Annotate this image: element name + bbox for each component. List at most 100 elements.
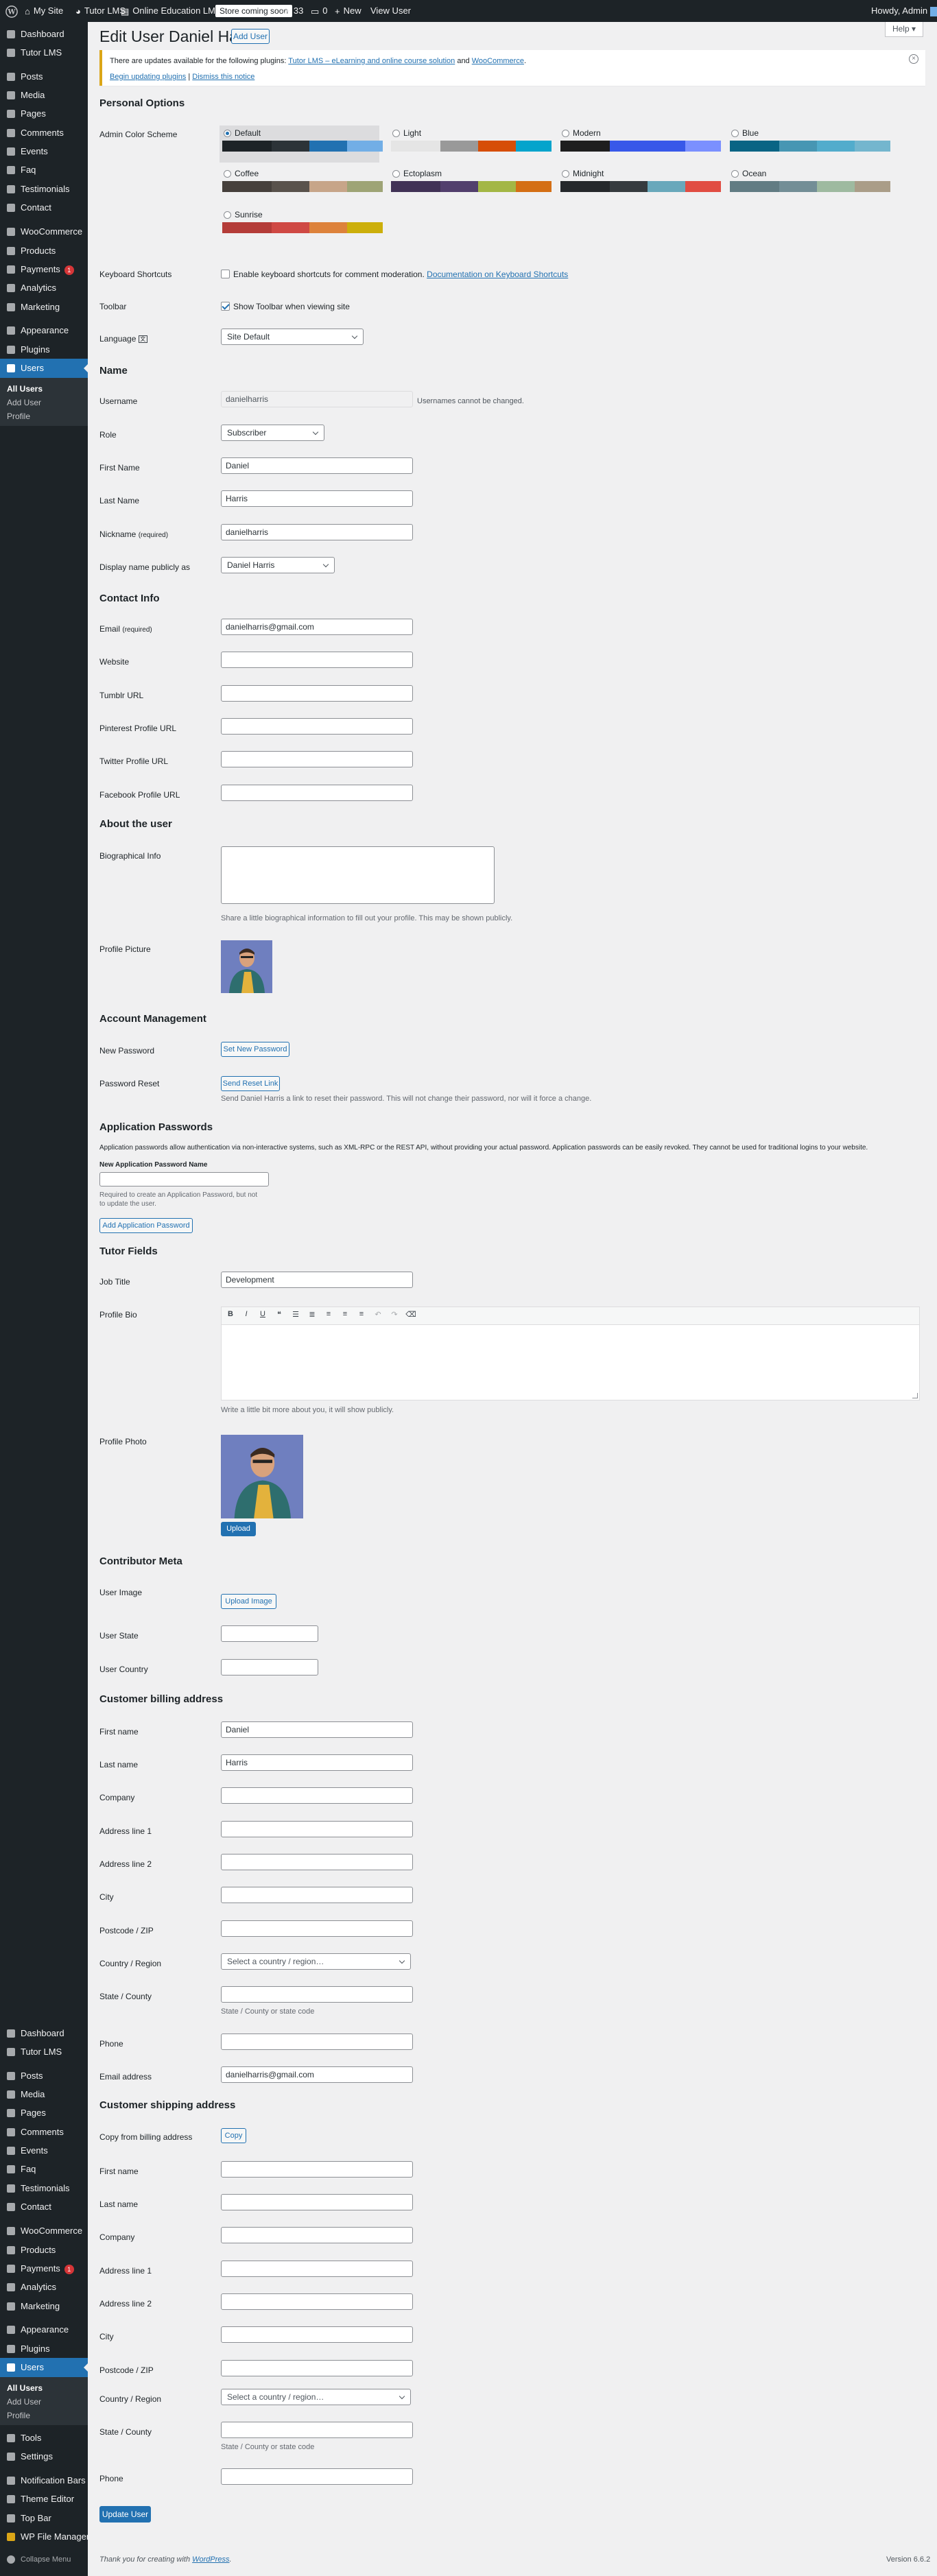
- menu-item-appearance[interactable]: Appearance: [0, 321, 88, 340]
- menu-item-woocommerce[interactable]: WooCommerce: [0, 222, 88, 241]
- billing-address-1-field[interactable]: [221, 1821, 413, 1837]
- admin-bar-updates[interactable]: ⟳ 33: [283, 0, 303, 22]
- menu-item-settings[interactable]: Settings: [0, 2447, 88, 2466]
- help-tab[interactable]: Help ▾: [885, 22, 923, 37]
- email-field[interactable]: danielharris@gmail.com: [221, 619, 413, 635]
- menu-item-appearance[interactable]: Appearance: [0, 2320, 88, 2339]
- color-scheme-option[interactable]: Coffee: [220, 166, 383, 203]
- shipping-address-1-field[interactable]: [221, 2261, 413, 2277]
- align-right-icon[interactable]: ≡: [355, 1310, 368, 1318]
- radio-button[interactable]: [562, 170, 569, 178]
- color-scheme-option[interactable]: Default: [220, 126, 383, 163]
- color-scheme-option[interactable]: Modern: [558, 126, 721, 163]
- billing-postcode-field[interactable]: [221, 1920, 413, 1937]
- radio-button[interactable]: [731, 130, 739, 137]
- radio-button[interactable]: [731, 170, 739, 178]
- billing-first-name-field[interactable]: Daniel: [221, 1721, 413, 1738]
- menu-item-woocommerce[interactable]: WooCommerce: [0, 2221, 88, 2241]
- submenu-all-users[interactable]: All Users: [7, 2381, 43, 2395]
- menu-item-theme-editor[interactable]: Theme Editor: [0, 2490, 88, 2509]
- website-field[interactable]: [221, 652, 413, 668]
- billing-state-field[interactable]: [221, 1986, 413, 2003]
- color-scheme-option[interactable]: Light: [388, 126, 551, 163]
- menu-item-analytics[interactable]: Analytics: [0, 2278, 88, 2297]
- menu-item-events[interactable]: Events: [0, 142, 88, 161]
- menu-item-notification-bars[interactable]: Notification Bars: [0, 2471, 88, 2490]
- submenu-all-users[interactable]: All Users: [7, 382, 43, 396]
- copy-billing-button[interactable]: Copy: [221, 2128, 246, 2143]
- coming-soon-badge[interactable]: Store coming soon: [215, 0, 293, 22]
- keyboard-shortcuts-checkbox[interactable]: [221, 270, 230, 278]
- menu-item-media[interactable]: Media: [0, 2085, 88, 2104]
- pinterest-field[interactable]: [221, 718, 413, 735]
- menu-item-comments[interactable]: Comments: [0, 123, 88, 143]
- menu-item-posts[interactable]: Posts: [0, 2066, 88, 2086]
- resize-handle[interactable]: [912, 1393, 918, 1398]
- shipping-postcode-field[interactable]: [221, 2360, 413, 2376]
- underline-icon[interactable]: U: [257, 1310, 269, 1318]
- user-country-field[interactable]: [221, 1659, 318, 1675]
- bio-textarea[interactable]: [221, 846, 495, 904]
- align-left-icon[interactable]: ≡: [322, 1310, 335, 1318]
- menu-item-marketing[interactable]: Marketing: [0, 298, 88, 317]
- menu-item-marketing[interactable]: Marketing: [0, 2297, 88, 2316]
- last-name-field[interactable]: Harris: [221, 490, 413, 507]
- dismiss-notice-link[interactable]: Dismiss this notice: [192, 73, 254, 81]
- user-state-field[interactable]: [221, 1625, 318, 1642]
- billing-country-select[interactable]: Select a country / region…: [221, 1953, 411, 1970]
- italic-icon[interactable]: I: [240, 1310, 252, 1318]
- menu-item-payments[interactable]: Payments 1: [0, 260, 88, 279]
- submenu-profile[interactable]: Profile: [7, 409, 30, 423]
- menu-item-posts[interactable]: Posts: [0, 67, 88, 86]
- menu-item-products[interactable]: Products: [0, 241, 88, 261]
- billing-last-name-field[interactable]: Harris: [221, 1754, 413, 1771]
- shipping-first-name-field[interactable]: [221, 2161, 413, 2178]
- facebook-field[interactable]: [221, 785, 413, 801]
- align-center-icon[interactable]: ≡: [339, 1310, 351, 1318]
- menu-item-events[interactable]: Events: [0, 2141, 88, 2160]
- menu-item-users[interactable]: Users: [0, 359, 88, 378]
- twitter-field[interactable]: [221, 751, 413, 767]
- shipping-phone-field[interactable]: [221, 2468, 413, 2485]
- redo-icon[interactable]: ↷: [388, 1310, 401, 1319]
- set-new-password-button[interactable]: Set New Password: [221, 1042, 289, 1057]
- menu-item-dashboard[interactable]: Dashboard: [0, 2024, 88, 2043]
- menu-item-plugins[interactable]: Plugins: [0, 340, 88, 359]
- submenu-add-user[interactable]: Add User: [7, 396, 41, 409]
- menu-item-contact[interactable]: Contact: [0, 2197, 88, 2217]
- shipping-city-field[interactable]: [221, 2326, 413, 2343]
- menu-item-dashboard[interactable]: Dashboard: [0, 25, 88, 44]
- billing-email-field[interactable]: danielharris@gmail.com: [221, 2066, 413, 2083]
- admin-bar-howdy[interactable]: Howdy, Admin: [871, 0, 937, 22]
- menu-item-wp-file-manager[interactable]: WP File Manager: [0, 2527, 89, 2547]
- shipping-state-field[interactable]: [221, 2422, 413, 2438]
- add-user-button[interactable]: Add User: [231, 29, 270, 44]
- job-title-field[interactable]: Development: [221, 1272, 413, 1288]
- toolbar-checkbox[interactable]: [221, 302, 230, 311]
- color-scheme-option[interactable]: Sunrise: [220, 207, 383, 244]
- tumblr-field[interactable]: [221, 685, 413, 702]
- menu-item-analytics[interactable]: Analytics: [0, 278, 88, 298]
- bold-icon[interactable]: B: [224, 1310, 237, 1318]
- admin-bar-comments[interactable]: ▭ 0: [311, 0, 328, 22]
- admin-bar-view-user[interactable]: View User: [370, 0, 411, 22]
- app-password-name-field[interactable]: [99, 1172, 269, 1186]
- clear-format-icon[interactable]: ⌫: [405, 1310, 417, 1319]
- menu-item-contact[interactable]: Contact: [0, 198, 88, 217]
- shipping-country-select[interactable]: Select a country / region…: [221, 2389, 411, 2405]
- menu-item-tools[interactable]: Tools: [0, 2429, 88, 2448]
- menu-item-comments[interactable]: Comments: [0, 2123, 88, 2142]
- radio-button[interactable]: [224, 130, 231, 137]
- color-scheme-option[interactable]: Ectoplasm: [388, 166, 551, 203]
- submenu-profile[interactable]: Profile: [7, 2409, 30, 2422]
- display-name-select[interactable]: Daniel Harris: [221, 557, 335, 573]
- billing-address-2-field[interactable]: [221, 1854, 413, 1870]
- color-scheme-option[interactable]: Midnight: [558, 166, 721, 203]
- upload-image-button[interactable]: Upload Image: [221, 1594, 276, 1609]
- radio-button[interactable]: [224, 170, 231, 178]
- begin-updating-link[interactable]: Begin updating plugins: [110, 73, 186, 81]
- shipping-last-name-field[interactable]: [221, 2194, 413, 2210]
- radio-button[interactable]: [392, 170, 400, 178]
- admin-bar-site[interactable]: ⌂ My Site: [25, 0, 63, 22]
- send-reset-link-button[interactable]: Send Reset Link: [221, 1076, 280, 1091]
